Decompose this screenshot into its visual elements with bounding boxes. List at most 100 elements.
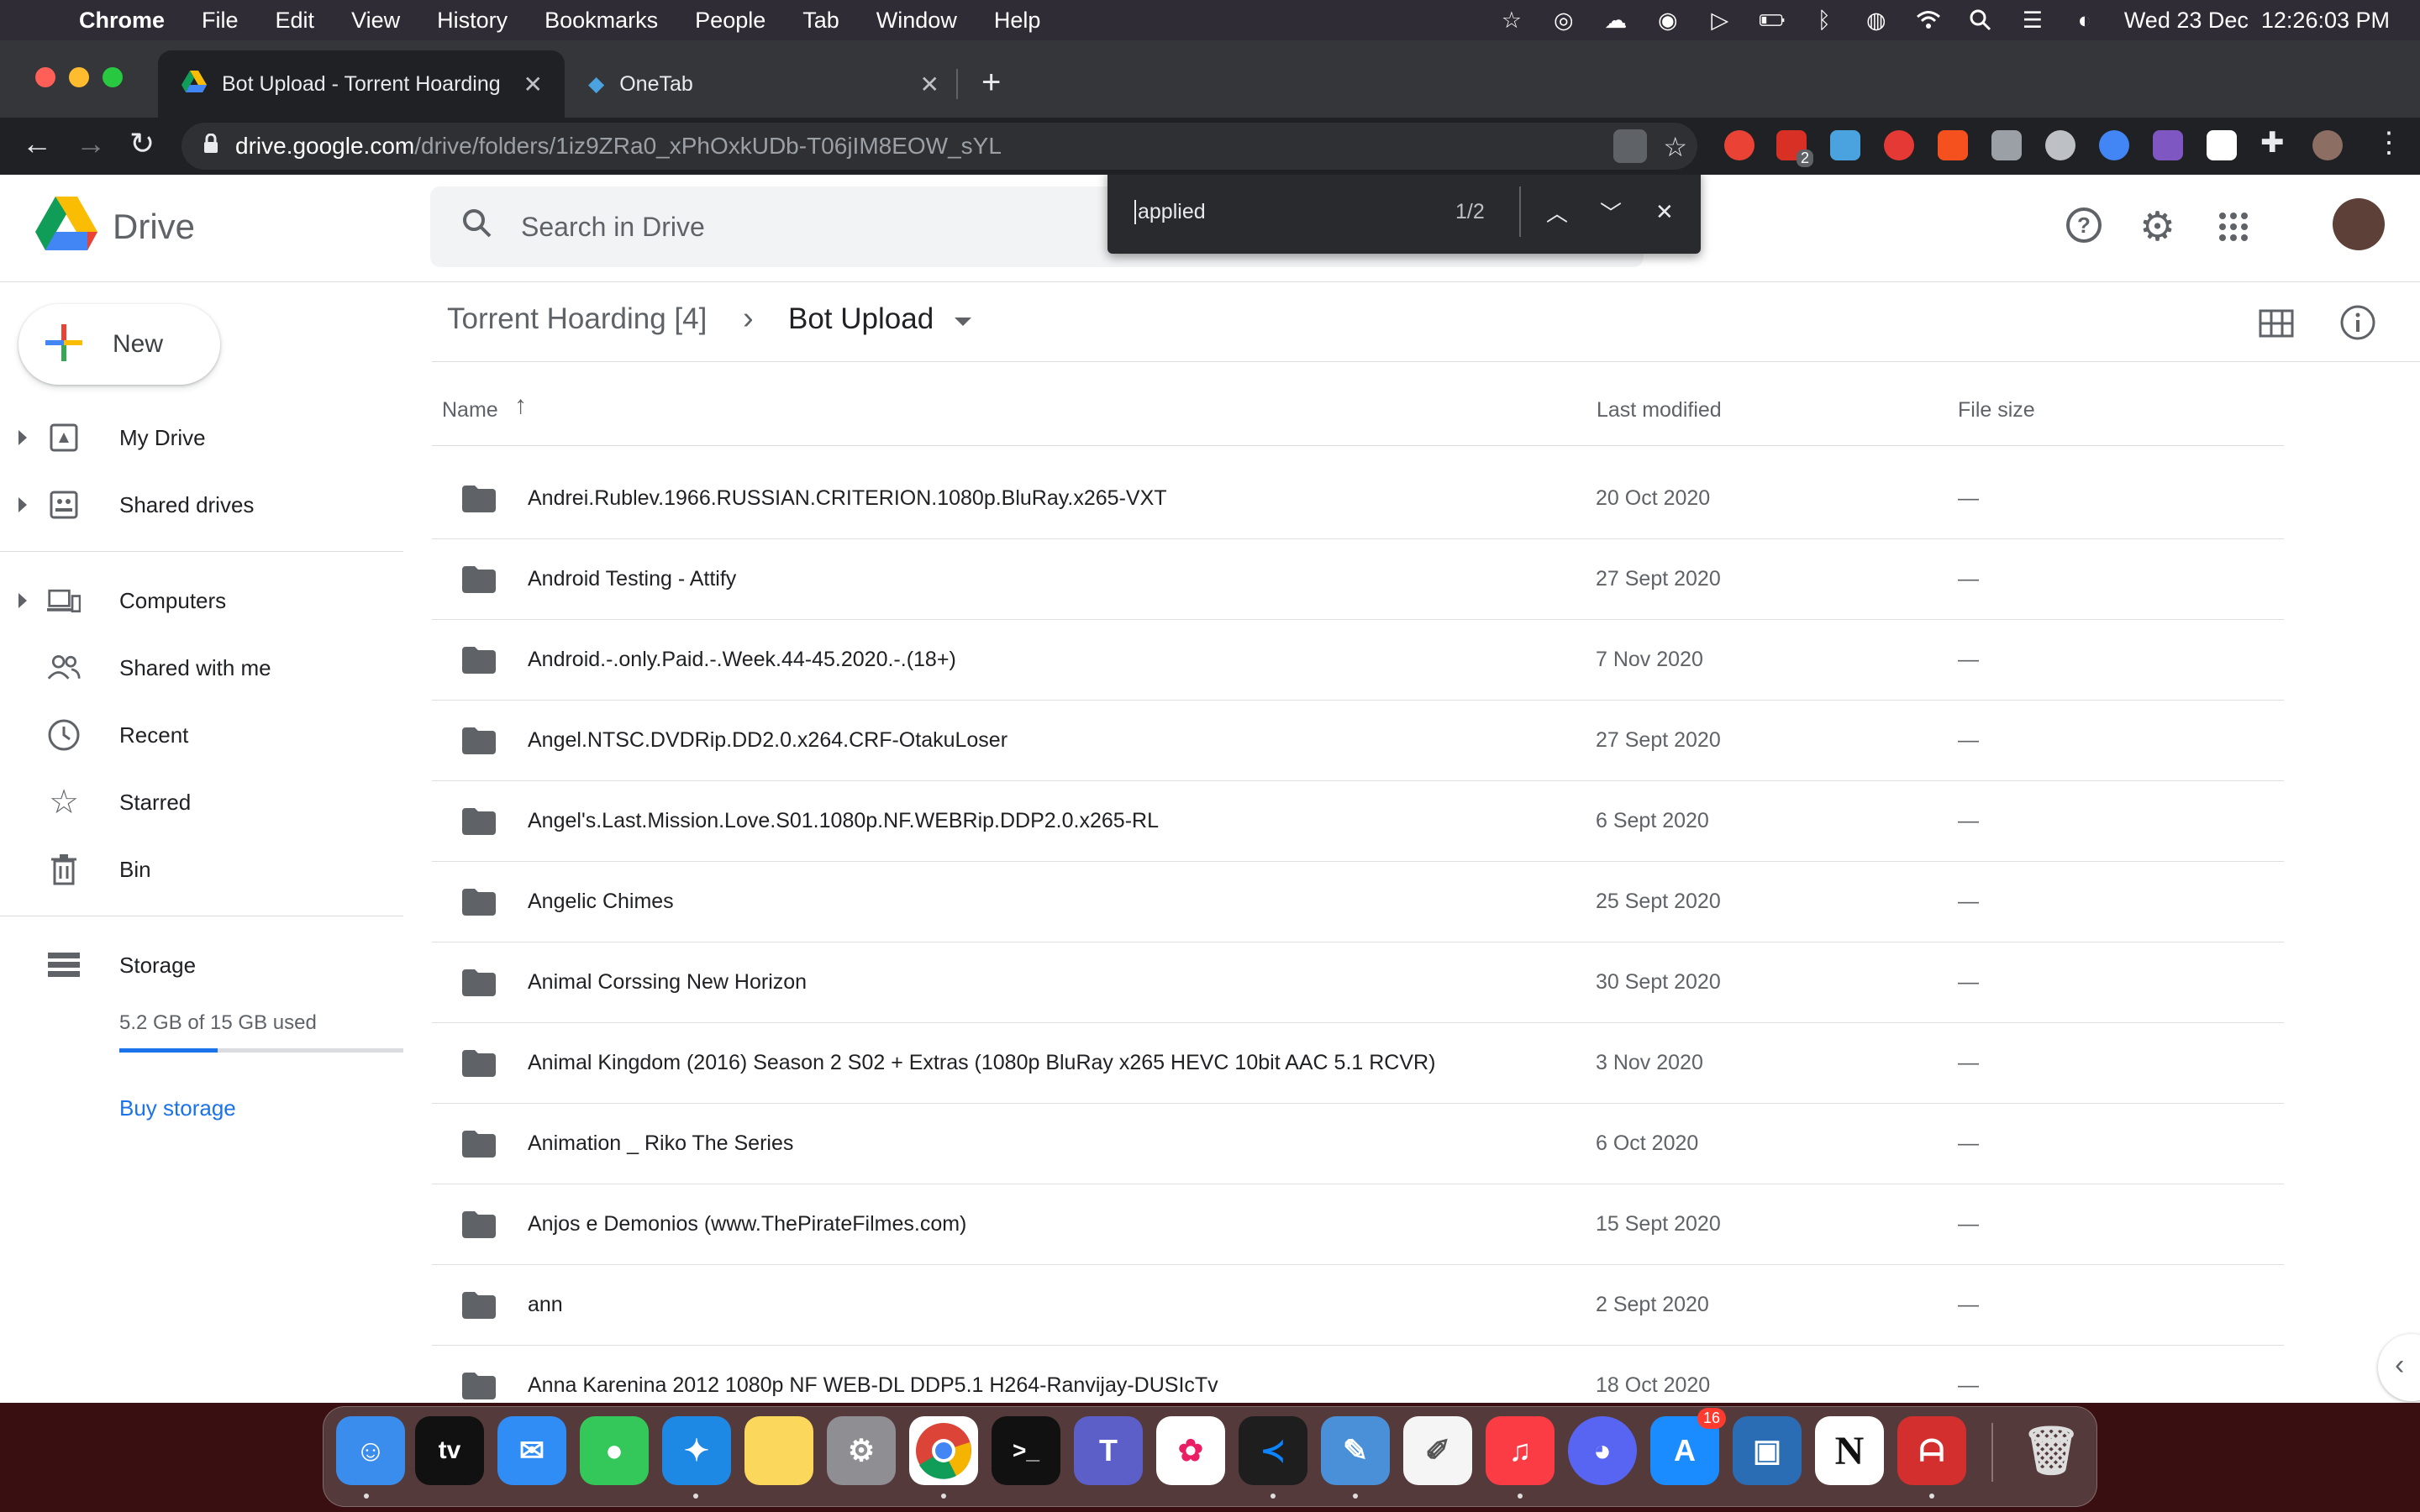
- window-minimize-button[interactable]: [69, 67, 89, 87]
- grid-view-icon[interactable]: [2259, 309, 2294, 342]
- menu-app-name[interactable]: Chrome: [79, 8, 165, 34]
- nav-my-drive[interactable]: My Drive: [0, 408, 403, 467]
- menu-bookmarks[interactable]: Bookmarks: [544, 8, 658, 34]
- file-row[interactable]: Animation _ Riko The Series 6 Oct 2020 —: [432, 1104, 2284, 1184]
- file-row[interactable]: Android.-.only.Paid.-.Week.44-45.2020.-.…: [432, 620, 2284, 701]
- file-row[interactable]: Animal Kingdom (2016) Season 2 S02 + Ext…: [432, 1023, 2284, 1104]
- file-row[interactable]: Angel's.Last.Mission.Love.S01.1080p.NF.W…: [432, 781, 2284, 862]
- forward-icon[interactable]: →: [76, 126, 106, 161]
- profile-avatar[interactable]: [2312, 130, 2343, 160]
- nav-computers[interactable]: Computers: [0, 571, 403, 630]
- clock-extension-icon[interactable]: [2099, 130, 2129, 160]
- sort-arrow-up-icon[interactable]: ↑: [514, 391, 527, 420]
- drive-brand[interactable]: Drive: [113, 207, 195, 247]
- bluetooth-icon[interactable]: ᛒ: [1812, 8, 1837, 33]
- dock-discord-icon[interactable]: ◕: [1568, 1416, 1637, 1485]
- cloud-status-icon[interactable]: ☁: [1603, 8, 1628, 33]
- new-button[interactable]: New: [18, 304, 220, 385]
- chrome-menu-icon[interactable]: ⋮: [2375, 126, 2403, 160]
- tab-close-icon[interactable]: ✕: [523, 71, 543, 98]
- file-row[interactable]: ann 2 Sept 2020 —: [432, 1265, 2284, 1346]
- dock-mail-icon[interactable]: ✉: [497, 1416, 566, 1485]
- tab-close-icon[interactable]: ✕: [920, 71, 939, 98]
- menu-help[interactable]: Help: [994, 8, 1041, 34]
- dock-chrome-icon[interactable]: [909, 1416, 978, 1485]
- dock-music-icon[interactable]: ♫: [1486, 1416, 1555, 1485]
- folder-dropdown-icon[interactable]: [955, 318, 971, 326]
- column-header-name[interactable]: Name: [442, 398, 498, 423]
- find-previous-icon[interactable]: ︿: [1546, 197, 1568, 228]
- tomato-extension-icon[interactable]: [1884, 130, 1914, 160]
- lens-icon[interactable]: [1613, 129, 1647, 163]
- extension-badge-icon[interactable]: 2: [1776, 130, 1813, 167]
- window-zoom-button[interactable]: [103, 67, 123, 87]
- drive-logo-icon[interactable]: [35, 197, 97, 256]
- notion-extension-icon[interactable]: [2207, 130, 2237, 160]
- dock-safari-icon[interactable]: ✦: [662, 1416, 731, 1485]
- dock-pages-icon[interactable]: ✎: [1321, 1416, 1390, 1485]
- airdrop-status-icon[interactable]: ◉: [1655, 8, 1681, 33]
- office-extension-icon[interactable]: [1938, 130, 1968, 160]
- tab-onetab[interactable]: ◆ OneTab ✕: [565, 50, 961, 118]
- menu-tab[interactable]: Tab: [802, 8, 839, 34]
- reload-icon[interactable]: ↻: [129, 126, 155, 161]
- spotlight-search-icon[interactable]: [1968, 8, 1993, 33]
- menu-view[interactable]: View: [351, 8, 400, 34]
- menu-window[interactable]: Window: [876, 8, 957, 34]
- onetab-extension-icon[interactable]: [1830, 130, 1860, 160]
- find-close-icon[interactable]: ✕: [1655, 199, 1674, 225]
- menu-file[interactable]: File: [202, 8, 239, 34]
- find-next-icon[interactable]: ﹀: [1600, 197, 1622, 228]
- nav-bin[interactable]: Bin: [0, 840, 403, 899]
- expand-caret-icon[interactable]: [18, 593, 27, 608]
- file-row[interactable]: Android Testing - Attify 27 Sept 2020 —: [432, 539, 2284, 620]
- dock-teams-icon[interactable]: T: [1074, 1416, 1143, 1485]
- dock-textedit-icon[interactable]: ✐: [1403, 1416, 1472, 1485]
- nav-recent[interactable]: Recent: [0, 706, 403, 764]
- menu-history[interactable]: History: [437, 8, 508, 34]
- menu-edit[interactable]: Edit: [276, 8, 315, 34]
- control-center-icon[interactable]: ☰: [2020, 8, 2045, 33]
- account-avatar[interactable]: [2333, 198, 2385, 250]
- file-row[interactable]: Anna Karenina 2012 1080p NF WEB-DL DDP5.…: [432, 1346, 2284, 1403]
- buy-storage-link[interactable]: Buy storage: [119, 1095, 236, 1121]
- nav-storage[interactable]: Storage: [0, 936, 403, 995]
- window-close-button[interactable]: [35, 67, 55, 87]
- user-status-icon[interactable]: ◍: [1864, 8, 1889, 33]
- settings-gear-icon[interactable]: ⚙: [2139, 203, 2175, 250]
- dock-app-store-icon[interactable]: A 16: [1650, 1408, 1726, 1485]
- info-icon[interactable]: [2339, 304, 2376, 345]
- vpn-status-icon[interactable]: ◎: [1551, 8, 1576, 33]
- dock-terminal-icon[interactable]: >_: [992, 1416, 1060, 1485]
- screenshot-extension-icon[interactable]: [1991, 130, 2022, 160]
- nav-shared-drives[interactable]: Shared drives: [0, 475, 403, 534]
- file-row[interactable]: Animal Corssing New Horizon 30 Sept 2020 —: [432, 942, 2284, 1023]
- dock-finder-icon[interactable]: ☺: [336, 1416, 405, 1485]
- file-row[interactable]: Angelic Chimes 25 Sept 2020 —: [432, 862, 2284, 942]
- expand-caret-icon[interactable]: [18, 497, 27, 512]
- bookmark-star-icon[interactable]: ☆: [1663, 131, 1687, 163]
- nav-starred[interactable]: ☆ Starred: [0, 773, 403, 832]
- help-icon[interactable]: ?: [2065, 207, 2102, 248]
- star-status-icon[interactable]: ☆: [1499, 8, 1524, 33]
- dock-vscode-icon[interactable]: ≺: [1239, 1416, 1307, 1485]
- dock-virtualbox-icon[interactable]: ▣: [1733, 1416, 1802, 1485]
- menubar-clock[interactable]: Wed 23 Dec 12:26:03 PM: [2124, 8, 2390, 34]
- column-header-modified[interactable]: Last modified: [1597, 398, 1722, 423]
- file-row[interactable]: Angel.NTSC.DVDRip.DD2.0.x264.CRF-OtakuLo…: [432, 701, 2284, 781]
- side-panel-toggle[interactable]: ‹: [2378, 1334, 2420, 1401]
- column-header-size[interactable]: File size: [1958, 398, 2035, 423]
- siri-icon[interactable]: ◐: [2072, 8, 2097, 33]
- dock-acrobat-icon[interactable]: ᗩ: [1897, 1416, 1966, 1485]
- extensions-puzzle-icon[interactable]: ✚: [2260, 126, 2285, 160]
- wifi-icon[interactable]: [1916, 8, 1941, 33]
- address-bar[interactable]: drive.google.com/drive/folders/1iz9ZRa0_…: [182, 123, 1697, 170]
- dock-apple-tv-icon[interactable]: tv: [415, 1416, 484, 1485]
- breadcrumb-current[interactable]: Bot Upload: [788, 302, 934, 336]
- dock-notion-icon[interactable]: N: [1815, 1416, 1884, 1485]
- menu-people[interactable]: People: [695, 8, 765, 34]
- tab-bot-upload[interactable]: Bot Upload - Torrent Hoarding ✕: [158, 50, 565, 118]
- lighthouse-extension-icon[interactable]: [2153, 130, 2183, 160]
- play-status-icon[interactable]: ▷: [1707, 8, 1733, 33]
- dock-trash-icon[interactable]: 🗑: [2017, 1416, 2086, 1485]
